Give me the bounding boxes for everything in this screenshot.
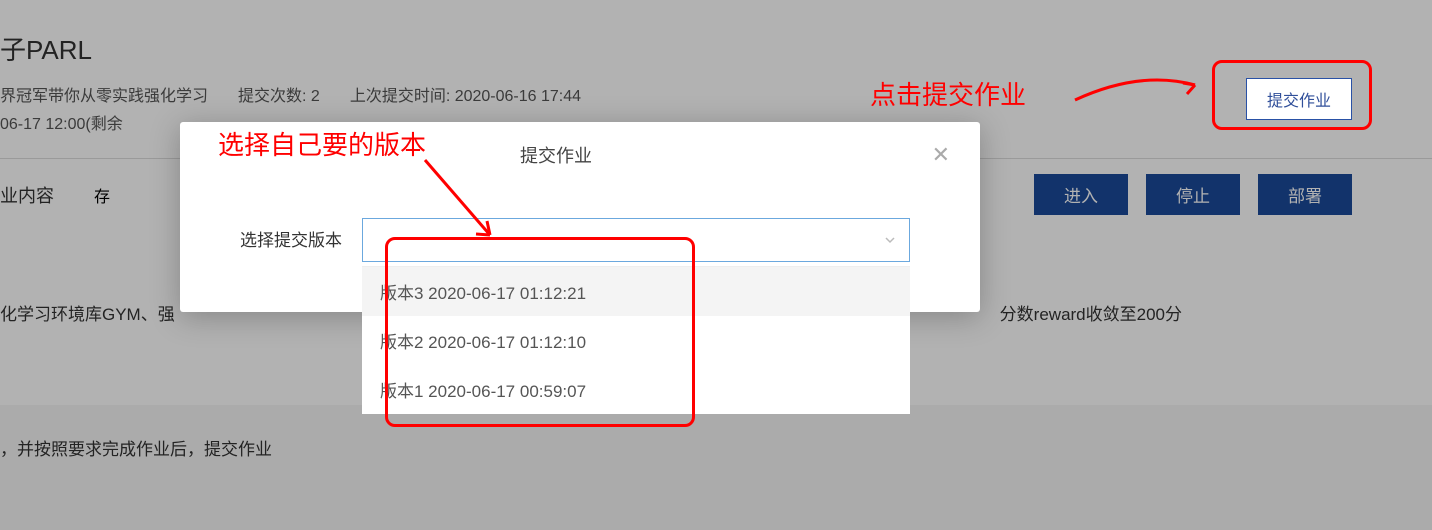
version-option[interactable]: 版本2 2020-06-17 01:12:10 — [362, 316, 910, 365]
submit-homework-button[interactable]: 提交作业 — [1246, 78, 1352, 120]
annotation-click-submit: 点击提交作业 — [870, 75, 1026, 112]
version-dropdown: 版本3 2020-06-17 01:12:21 版本2 2020-06-17 0… — [362, 266, 910, 414]
modal-title: 提交作业 — [520, 142, 592, 168]
select-version-label: 选择提交版本 — [240, 218, 342, 251]
version-select[interactable] — [362, 218, 910, 262]
chevron-down-icon — [883, 233, 897, 247]
version-option[interactable]: 版本1 2020-06-17 00:59:07 — [362, 365, 910, 414]
close-icon[interactable]: ✕ — [932, 142, 950, 168]
annotation-select-version: 选择自己要的版本 — [218, 125, 426, 162]
version-option[interactable]: 版本3 2020-06-17 01:12:21 — [362, 267, 910, 316]
